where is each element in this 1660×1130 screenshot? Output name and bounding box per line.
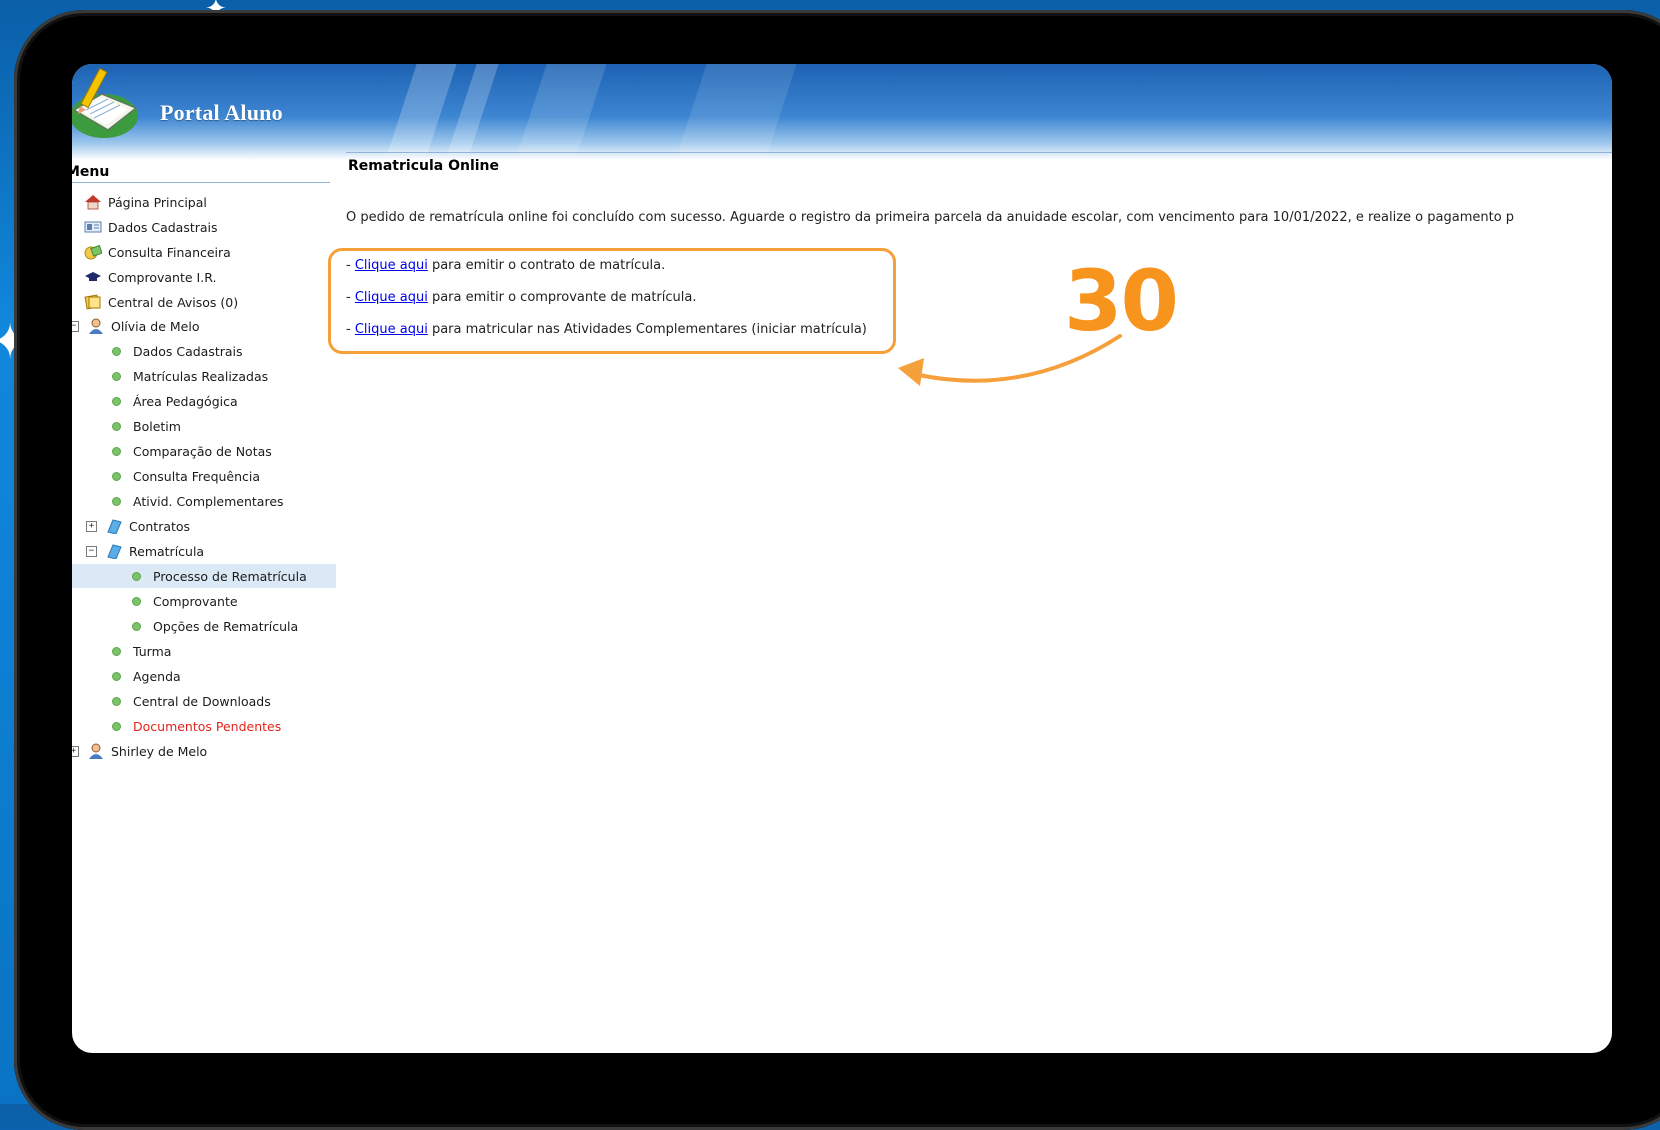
sidebar-item-label: Agenda (133, 668, 181, 684)
bullet-icon (112, 346, 121, 356)
notebook-pencil-icon[interactable] (72, 64, 142, 142)
book-icon (107, 544, 122, 559)
page-title: Rematricula Online (348, 158, 500, 174)
bullet-icon (112, 396, 121, 406)
bullet-icon (112, 496, 121, 506)
sidebar-item-label: Consulta Frequência (133, 468, 261, 484)
graduation-cap-icon (85, 272, 101, 281)
bullet-icon (112, 421, 121, 431)
sidebar-item-label: Shirley de Melo (111, 743, 208, 759)
sidebar-item-label: Opções de Rematrícula (153, 618, 299, 634)
sidebar-item-consulta-financeira[interactable]: Consulta Financeira (84, 240, 231, 264)
sidebar-item-processo-de-rematricula[interactable]: Processo de Rematrícula (72, 564, 336, 588)
sidebar-item-label: Turma (133, 643, 172, 659)
sidebar-item-ativid-complementares[interactable]: Ativid. Complementares (108, 489, 284, 513)
sidebar-item-pagina-principal[interactable]: Página Principal (84, 190, 207, 214)
bullet-icon (112, 446, 121, 456)
collapse-toggle-icon[interactable]: − (86, 545, 97, 557)
sidebar-item-comprovante[interactable]: Comprovante (128, 589, 238, 613)
header-light-beam (387, 64, 457, 154)
sidebar-item-area-pedagogica[interactable]: Área Pedagógica (108, 389, 238, 413)
success-message: O pedido de rematrícula online foi concl… (346, 210, 1515, 225)
sidebar-item-comprovante-ir[interactable]: Comprovante I.R. (84, 265, 216, 289)
sidebar-item-boletim[interactable]: Boletim (108, 414, 181, 438)
book-icon (107, 519, 122, 534)
id-card-icon (84, 221, 102, 233)
bullet-icon (112, 646, 121, 656)
highlight-box (328, 248, 896, 354)
header-light-beam (677, 64, 797, 154)
sidebar-item-matriculas-realizadas[interactable]: Matrículas Realizadas (108, 364, 268, 388)
sidebar-item-documentos-pendentes[interactable]: Documentos Pendentes (108, 714, 281, 738)
bullet-icon (112, 696, 121, 706)
sidebar-item-label: Processo de Rematrícula (153, 568, 307, 584)
sidebar-item-label: Central de Avisos (0) (108, 294, 239, 310)
sidebar-item-turma[interactable]: Turma (108, 639, 171, 663)
sidebar-item-label: Comparação de Notas (133, 443, 272, 459)
sidebar-item-label: Área Pedagógica (133, 393, 238, 409)
bullet-icon (112, 721, 121, 731)
student-icon (89, 743, 103, 759)
bullet-icon (132, 571, 141, 581)
sidebar-item-consulta-frequencia[interactable]: Consulta Frequência (108, 464, 260, 488)
curved-arrow-icon (898, 334, 1122, 386)
sidebar-item-label: Boletim (133, 418, 181, 434)
sidebar-item-central-de-downloads[interactable]: Central de Downloads (108, 689, 271, 713)
header-light-beam (447, 64, 499, 154)
header-light-beam (517, 64, 607, 154)
portal-header: Portal Aluno (72, 64, 1612, 160)
sidebar-item-olivia-de-melo[interactable]: − Olívia de Melo (72, 314, 199, 338)
bullet-icon (132, 621, 141, 631)
sidebar-item-agenda[interactable]: Agenda (108, 664, 181, 688)
expand-toggle-icon[interactable]: + (86, 520, 97, 532)
sidebar-item-contratos[interactable]: + Contratos (86, 514, 190, 538)
sidebar-item-label: Central de Downloads (133, 693, 271, 709)
student-icon (89, 318, 103, 334)
sidebar-item-rematricula[interactable]: − Rematrícula (86, 539, 204, 563)
sidebar-item-label: Olívia de Melo (111, 318, 200, 334)
collapse-toggle-icon[interactable]: − (72, 320, 79, 332)
sidebar-item-label: Rematrícula (129, 543, 205, 559)
sidebar-item-label: Comprovante I.R. (108, 269, 217, 285)
sidebar-item-opcoes-de-rematricula[interactable]: Opções de Rematrícula (128, 614, 298, 638)
sidebar-item-label: Contratos (129, 518, 191, 534)
sidebar-item-comparacao-de-notas[interactable]: Comparação de Notas (108, 439, 272, 463)
bullet-icon (132, 596, 141, 606)
sidebar-item-label: Ativid. Complementares (133, 493, 284, 509)
screen: Portal Aluno Menu Página Principal Dados… (72, 64, 1612, 1053)
sidebar-item-dados-cadastrais-aluno[interactable]: Dados Cadastrais (108, 339, 243, 363)
sidebar-item-label: Consulta Financeira (108, 244, 231, 260)
sidebar-item-label: Dados Cadastrais (133, 343, 243, 359)
bullet-icon (112, 471, 121, 481)
content-divider (346, 152, 1612, 153)
home-icon (85, 195, 101, 210)
sidebar-item-label: Dados Cadastrais (108, 219, 218, 235)
sidebar-item-dados-cadastrais[interactable]: Dados Cadastrais (84, 215, 218, 239)
portal-title: Portal Aluno (160, 100, 283, 125)
sidebar-item-label: Documentos Pendentes (133, 718, 282, 734)
bullet-icon (112, 671, 121, 681)
collapse-toggle-icon[interactable]: + (72, 745, 79, 757)
notes-icon (84, 294, 101, 310)
sidebar-item-label: Matrículas Realizadas (133, 368, 269, 384)
menu-title: Menu (72, 164, 330, 183)
sidebar-item-central-de-avisos[interactable]: Central de Avisos (0) (84, 290, 238, 314)
sidebar-item-label: Página Principal (108, 194, 207, 210)
money-icon (84, 244, 102, 260)
sidebar-item-shirley-de-melo[interactable]: + Shirley de Melo (72, 739, 207, 763)
sidebar-item-label: Comprovante (153, 593, 238, 609)
bullet-icon (112, 371, 121, 381)
